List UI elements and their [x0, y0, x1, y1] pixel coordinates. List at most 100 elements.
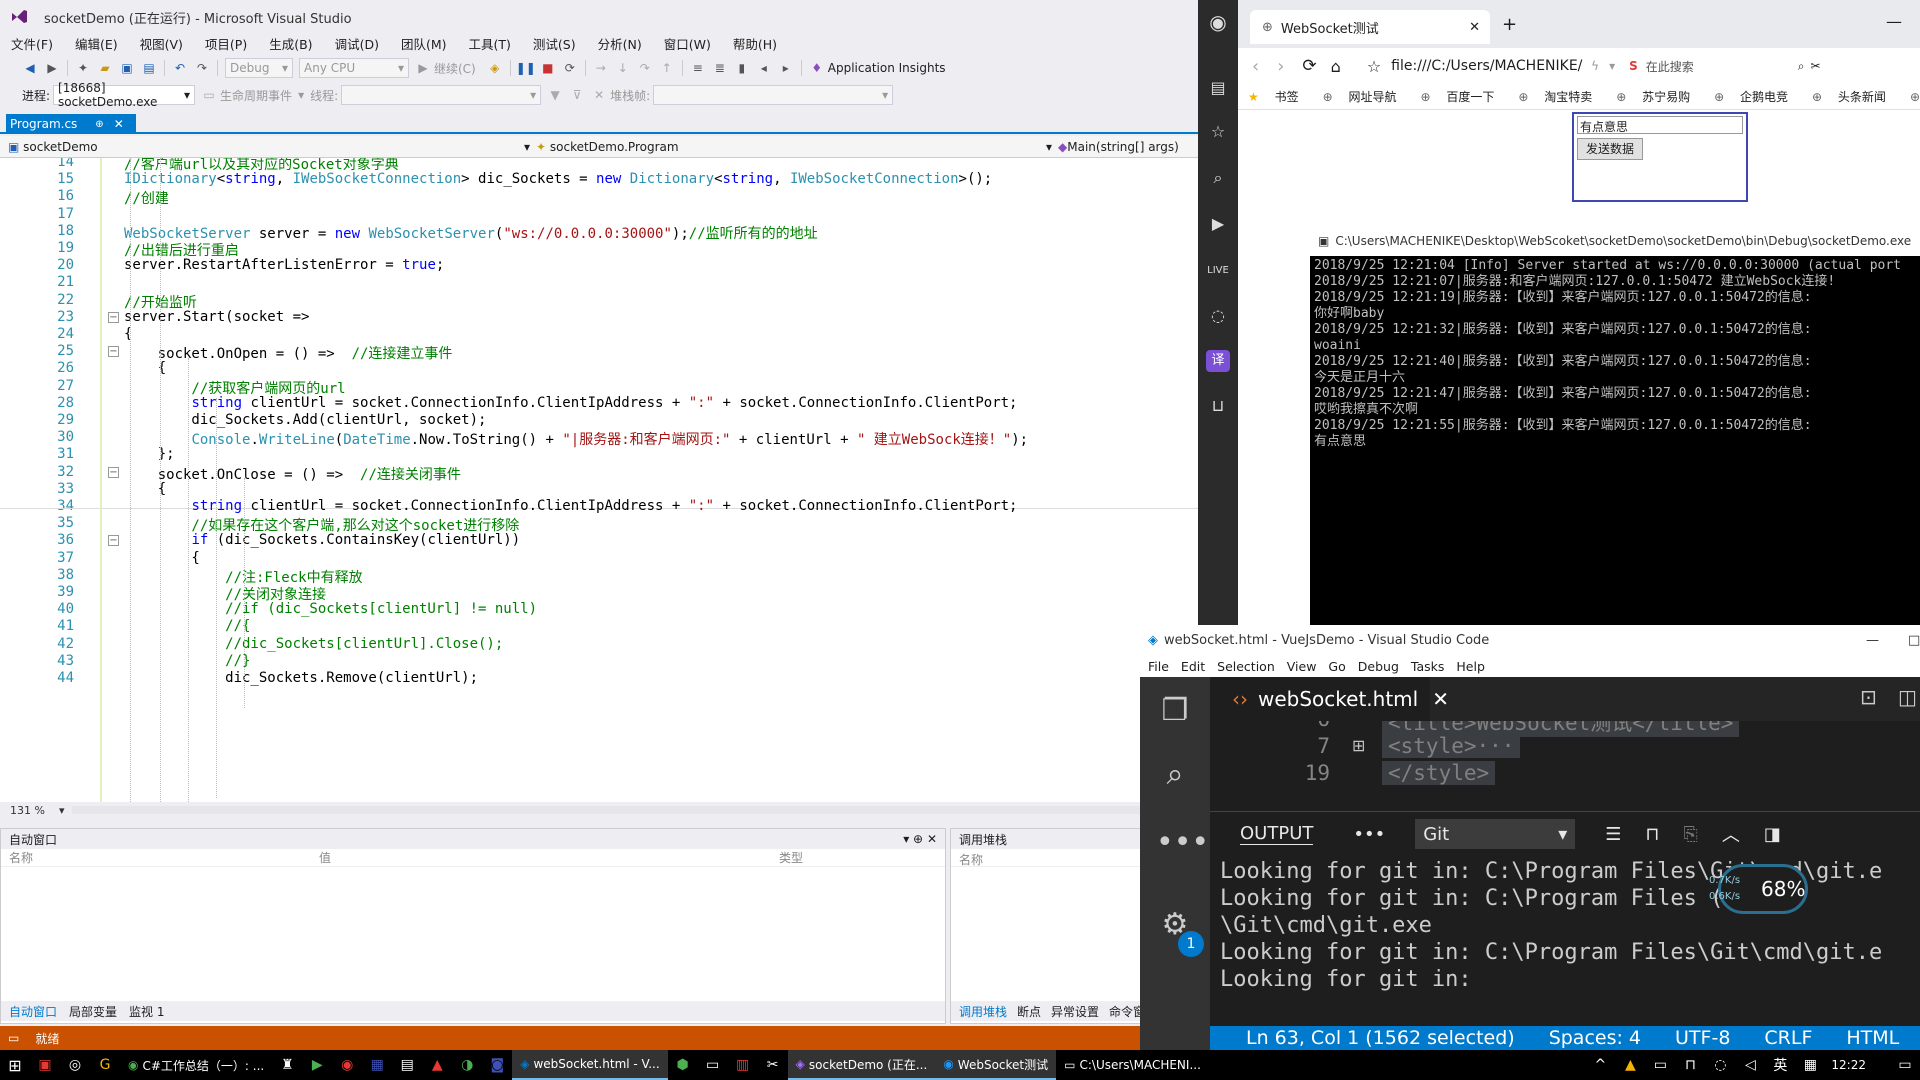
vscode-menu-item[interactable]: Help [1456, 659, 1485, 674]
tab-program-cs[interactable]: Program.cs ⊕ ✕ [6, 114, 136, 134]
tab-websocket-html[interactable]: ‹› webSocket.html ✕ [1210, 677, 1449, 721]
minimize-icon[interactable]: — [1866, 633, 1879, 648]
new-project-icon[interactable]: ✦ [73, 59, 93, 77]
search-engine-icon[interactable]: S [1629, 59, 1638, 73]
pin-icon[interactable]: ⊕ [95, 119, 103, 130]
split-editor-icon[interactable]: ◫ [1898, 685, 1917, 709]
live-icon[interactable]: LIVE [1206, 260, 1230, 282]
app-icon-11[interactable]: ▥ [728, 1050, 758, 1080]
star-icon[interactable]: ☆ [1206, 122, 1230, 144]
vscode-menu-item[interactable]: Edit [1181, 659, 1205, 674]
chevron-down-icon[interactable]: ▾ [59, 804, 65, 817]
clock[interactable]: 12:22 [1831, 1058, 1866, 1072]
favorite-link[interactable]: ⊕ 苏宁易购 [1616, 88, 1702, 105]
bookmark-icon[interactable]: ▮ [732, 59, 752, 77]
maximize-icon[interactable]: □ [1908, 633, 1920, 648]
horizontal-scrollbar[interactable] [72, 806, 1190, 814]
reload-icon[interactable]: ⟳ [1302, 56, 1316, 76]
vs-menu-item[interactable]: 调试(D) [324, 34, 390, 53]
undo-icon[interactable]: ↶ [170, 59, 190, 77]
show-next-statement-icon[interactable]: → [591, 59, 611, 77]
vscode-menu-item[interactable]: File [1148, 659, 1169, 674]
status-item[interactable]: CRLF [1764, 1027, 1812, 1049]
translate-icon[interactable]: 译 [1206, 350, 1230, 372]
thread-combo[interactable]: ▾ [341, 85, 542, 105]
prev-bookmark-icon[interactable]: ◂ [754, 59, 774, 77]
back-icon[interactable]: ◀ [20, 59, 40, 77]
cut-icon[interactable]: ✂ [1811, 59, 1821, 73]
fold-expand-icon[interactable]: ⊞ [1352, 736, 1365, 755]
maximize-panel-icon[interactable]: ︿ [1722, 821, 1740, 847]
lock-scroll-icon[interactable]: ⊓ [1645, 824, 1659, 845]
close-icon[interactable]: ✕ [1469, 20, 1480, 35]
continue-icon[interactable]: ▶ [413, 59, 433, 77]
lifecycle-events-button[interactable]: 生命周期事件 [220, 87, 292, 104]
home-icon[interactable]: ⌂ [1331, 57, 1341, 76]
favorite-link[interactable]: ⊕ 企鹅电竞 [1714, 88, 1800, 105]
tab-call-stack[interactable]: 调用堆栈 [959, 1003, 1007, 1020]
favorite-link[interactable]: ⊕ 百度一下 [1420, 88, 1506, 105]
tab-autos[interactable]: 自动窗口 [9, 1003, 57, 1020]
tray-icon-4[interactable]: ▦ [1795, 1050, 1825, 1080]
redo-icon[interactable]: ↷ [192, 59, 212, 77]
taskbar-app-chrome[interactable]: ◉ C#工作总结（一）: ... [120, 1050, 272, 1080]
favorite-link[interactable]: ⊕ 网址导航 [1323, 88, 1409, 105]
save-all-icon[interactable]: ▤ [139, 59, 159, 77]
stackframe-combo[interactable]: ▾ [653, 85, 894, 105]
favorite-link[interactable]: ⊕ 天猫精选 [1910, 88, 1920, 105]
explorer-icon[interactable]: ❐ [1156, 693, 1194, 733]
back-icon[interactable]: ‹ [1252, 56, 1259, 77]
step-over-icon[interactable]: ↷ [635, 59, 655, 77]
tray-icon-1[interactable]: ▲ [1615, 1050, 1645, 1080]
col-value[interactable]: 值 [319, 849, 779, 866]
solution-config-combo[interactable]: Debug ▾ [225, 58, 293, 78]
bookmark-star-icon[interactable]: ☆ [1367, 57, 1381, 76]
vscode-menu-item[interactable]: View [1287, 659, 1317, 674]
forward-icon[interactable]: › [1277, 56, 1284, 77]
chat-icon[interactable]: ◌ [1206, 306, 1230, 328]
col-type[interactable]: 类型 [779, 849, 803, 866]
step-into-icon[interactable]: ↓ [613, 59, 633, 77]
taskbar-app-console[interactable]: ▭ C:\Users\MACHENI... [1056, 1050, 1209, 1080]
tray-icon-3[interactable]: ⊓ [1675, 1050, 1705, 1080]
volume-icon[interactable]: ◁ [1735, 1050, 1765, 1080]
nav-member-dropdown[interactable]: ◆ Main(string[] args) [1052, 140, 1198, 154]
vs-menu-item[interactable]: 生成(B) [258, 34, 323, 53]
vs-menu-item[interactable]: 团队(M) [390, 34, 458, 53]
new-tab-icon[interactable]: + [1502, 14, 1517, 35]
app-icon-3[interactable]: ▶ [302, 1050, 332, 1080]
windows-start-icon[interactable]: ⊞ [0, 1050, 30, 1080]
comment-icon[interactable]: ≡ [688, 59, 708, 77]
ime-indicator[interactable]: 英 [1765, 1050, 1795, 1080]
close-icon[interactable]: ✕ [1432, 687, 1449, 711]
app-icon-6[interactable]: ▤ [392, 1050, 422, 1080]
app-icon-12[interactable]: ✂ [758, 1050, 788, 1080]
app-icon-4[interactable]: ◉ [332, 1050, 362, 1080]
status-item[interactable]: HTML [1846, 1027, 1899, 1049]
open-preview-icon[interactable]: ⊡ [1860, 685, 1877, 709]
vscode-menu-item[interactable]: Selection [1217, 659, 1275, 674]
flag-icon[interactable]: ✕ [589, 86, 609, 104]
vs-menu-item[interactable]: 编辑(E) [64, 34, 129, 53]
app-icon-9[interactable]: ⬢ [668, 1050, 698, 1080]
zoom-level[interactable]: 131 % [10, 804, 45, 817]
app-insights-button[interactable]: Application Insights [828, 61, 946, 75]
vs-menu-item[interactable]: 视图(V) [129, 34, 194, 53]
app-icon-8[interactable]: ◙ [482, 1050, 512, 1080]
taskbar-app-vscode[interactable]: ◈ webSocket.html - V... [512, 1050, 668, 1080]
search-icon[interactable]: ⌕ [1156, 757, 1194, 797]
stop-icon[interactable]: ■ [538, 59, 558, 77]
app-icon-7[interactable]: ▲ [422, 1050, 452, 1080]
lifecycle-icon[interactable]: ▭ [199, 86, 219, 104]
vs-menu-item[interactable]: 工具(T) [458, 34, 522, 53]
taskbar-app-visual-studio[interactable]: ◈ socketDemo (正在... [787, 1050, 936, 1080]
forward-icon[interactable]: ▶ [42, 59, 62, 77]
lightbulb-icon[interactable]: ♦ [807, 59, 827, 77]
qq-icon[interactable]: ◎ [60, 1050, 90, 1080]
nav-project-dropdown[interactable]: ▣ socketDemo ▾ [0, 140, 530, 154]
status-item[interactable]: UTF-8 [1675, 1027, 1730, 1049]
output-channel-select[interactable]: Git ▾ [1415, 819, 1576, 849]
vscode-menu-item[interactable]: Tasks [1411, 659, 1445, 674]
open-log-icon[interactable]: ⎘ [1683, 824, 1697, 845]
wechat-icon[interactable]: ◑ [452, 1050, 482, 1080]
